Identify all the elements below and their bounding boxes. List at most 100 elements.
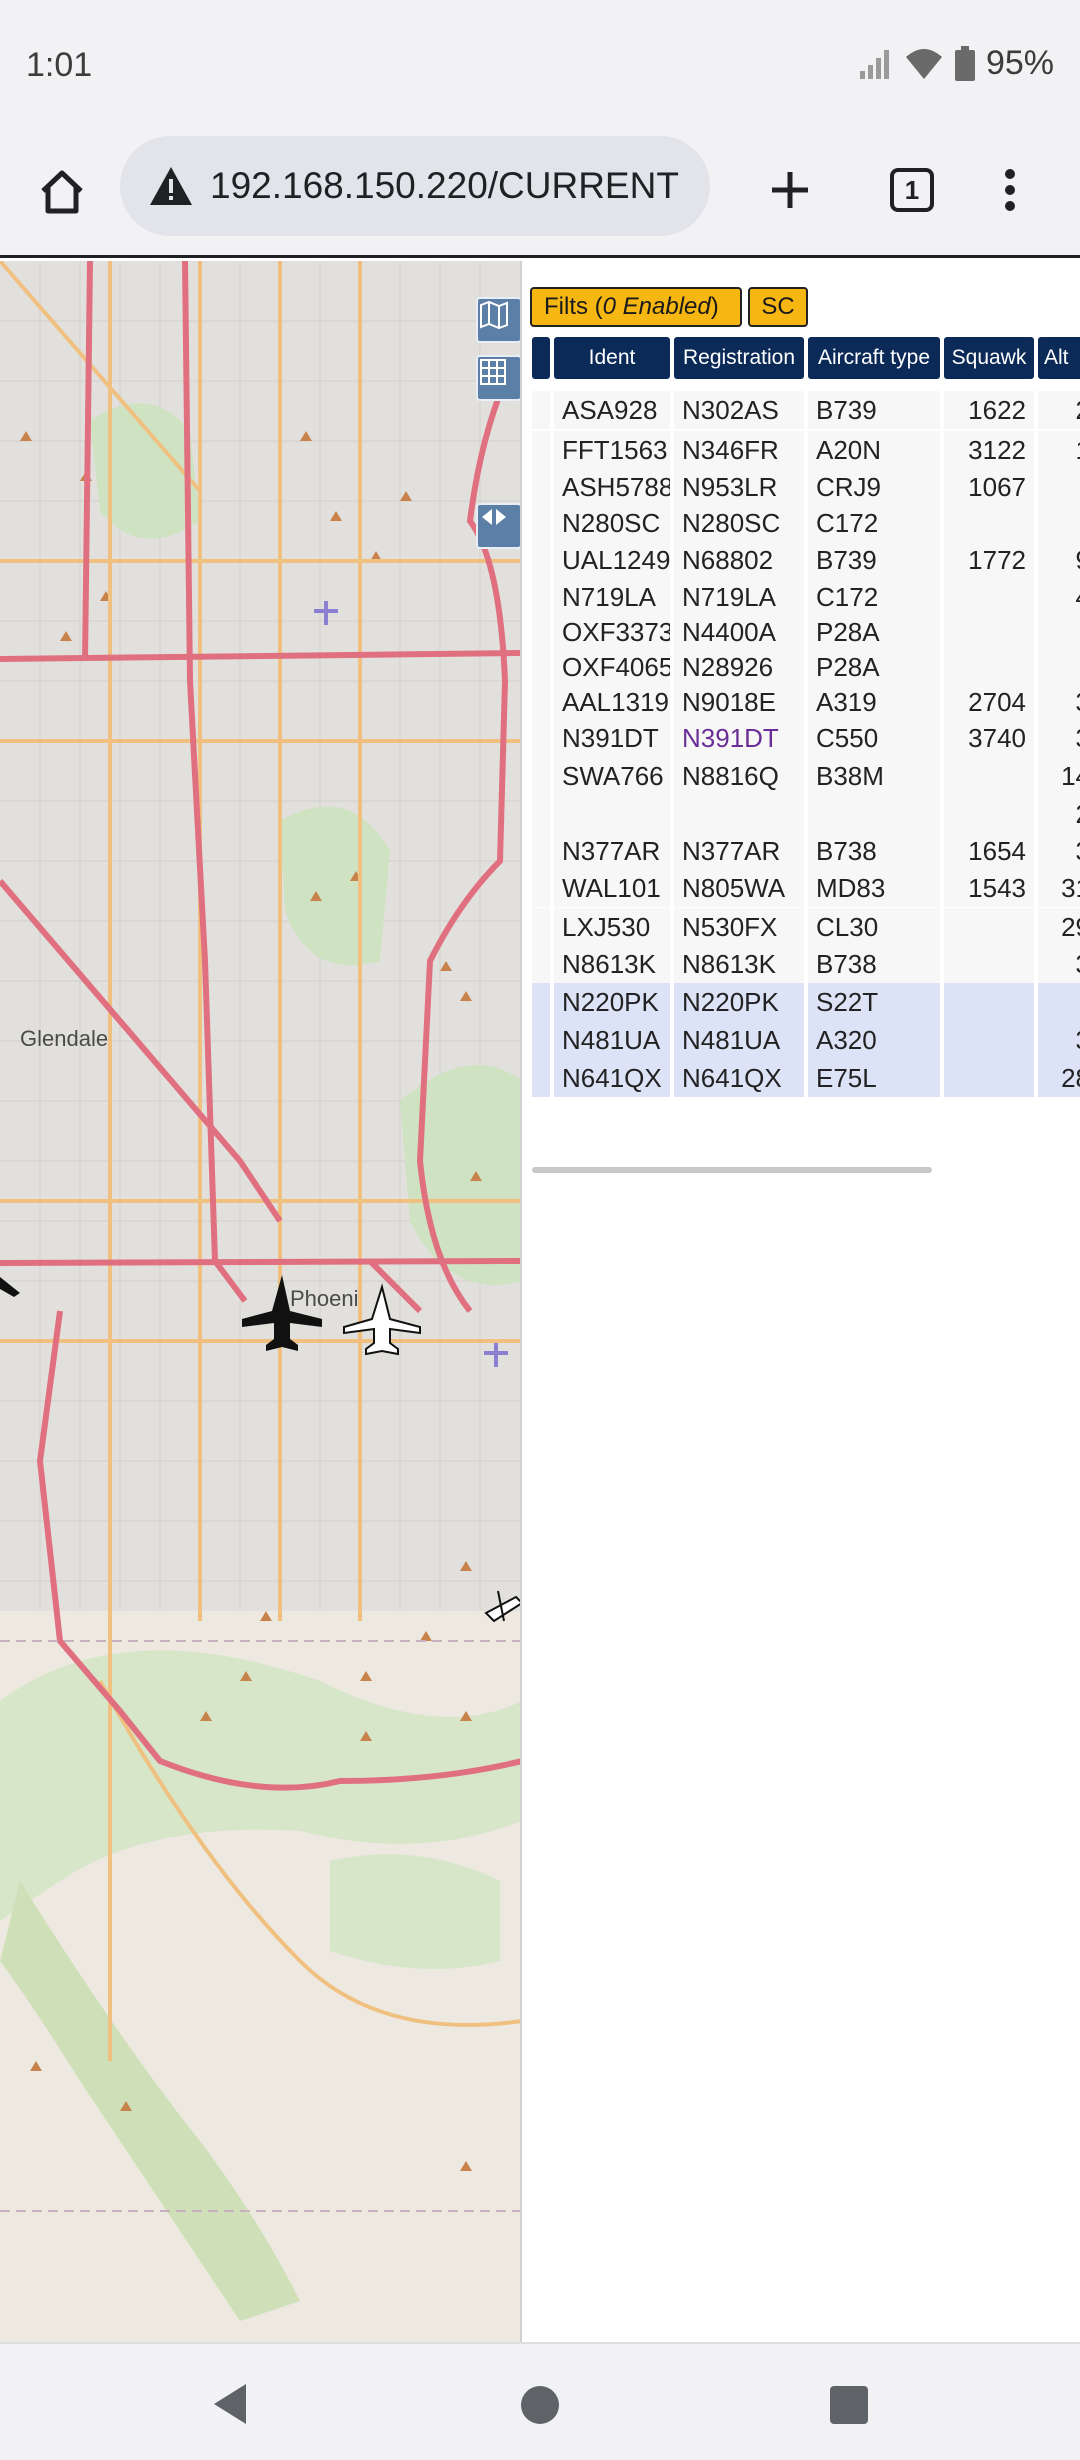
url-text[interactable]: 192.168.150.220/CURRENT (210, 165, 679, 207)
table-row[interactable]: N641QXN641QXE75L28 (532, 1059, 1080, 1097)
cell-squawk: 3740 (944, 719, 1034, 757)
cell-select[interactable] (532, 795, 550, 833)
filters-button[interactable]: Filts (0 Enabled) (530, 287, 742, 327)
cell-select[interactable] (532, 648, 550, 686)
table-row[interactable]: N391DTN391DTC55037403 (532, 719, 1080, 757)
cell-select[interactable] (532, 578, 550, 616)
header-alt[interactable]: Alt (1038, 337, 1080, 379)
table-row[interactable]: AAL1319N9018EA31927043 (532, 683, 1080, 721)
header-select[interactable] (532, 337, 550, 379)
table-row[interactable]: UAL1249N68802B73917729 (532, 541, 1080, 579)
address-bar[interactable]: 192.168.150.220/CURRENT (120, 136, 710, 236)
cell-squawk: 1772 (944, 541, 1034, 579)
cell-select[interactable] (532, 541, 550, 579)
cell-registration: N8613K (674, 945, 804, 983)
cell-select[interactable] (532, 391, 550, 429)
cell-registration: N346FR (674, 431, 804, 469)
cell-alt: 3 (1038, 719, 1080, 757)
table-row[interactable]: N8613KN8613KB7383 (532, 945, 1080, 983)
tab-count: 1 (890, 168, 934, 212)
recents-icon[interactable] (830, 2386, 868, 2424)
cell-alt: 29 (1038, 908, 1080, 946)
home-nav-icon[interactable] (521, 2386, 559, 2424)
cell-ident: OXF4065 (554, 648, 670, 686)
cell-select[interactable] (532, 613, 550, 651)
cell-select[interactable] (532, 983, 550, 1021)
cell-aircraft-type: MD83 (808, 869, 940, 907)
cell-aircraft-type: B738 (808, 832, 940, 870)
cell-aircraft-type: A320 (808, 1021, 940, 1059)
cell-squawk (944, 983, 1034, 1021)
table-row[interactable]: OXF4065 N28926 P28A (532, 648, 1080, 686)
table-row[interactable]: N280SC N280SC C172 (532, 504, 1080, 542)
cell-squawk (944, 504, 1034, 542)
table-row[interactable]: ASA928N302ASB73916222 (532, 391, 1080, 429)
cell-ident: ASA928 (554, 391, 670, 429)
cell-registration: N641QX (674, 1059, 804, 1097)
battery-icon (954, 45, 975, 81)
cell-select[interactable] (532, 1021, 550, 1059)
back-icon[interactable] (210, 2382, 250, 2426)
map-layers-button[interactable] (476, 297, 520, 343)
table-row[interactable]: 2 (532, 795, 1080, 833)
cell-alt: 3 (1038, 683, 1080, 721)
cell-select[interactable] (532, 1059, 550, 1097)
table-row[interactable]: N481UAN481UAA3203 (532, 1021, 1080, 1059)
home-button[interactable] (30, 160, 94, 224)
cell-select[interactable] (532, 869, 550, 907)
header-ident[interactable]: Ident (554, 337, 670, 379)
status-time: 1:01 (26, 46, 93, 84)
horizontal-scrollbar[interactable] (532, 1167, 932, 1173)
grid-toggle-button[interactable] (476, 355, 520, 401)
header-squawk[interactable]: Squawk (944, 337, 1034, 379)
cell-aircraft-type: P28A (808, 648, 940, 686)
cell-aircraft-type: B739 (808, 391, 940, 429)
status-icons: 95% (858, 44, 1054, 83)
cell-squawk: 1622 (944, 391, 1034, 429)
cell-select[interactable] (532, 468, 550, 506)
table-row[interactable]: OXF3373 N4400A P28A (532, 613, 1080, 651)
table-row[interactable]: FFT1563N346FRA20N31221 (532, 431, 1080, 469)
cell-select[interactable] (532, 832, 550, 870)
cell-select[interactable] (532, 683, 550, 721)
new-tab-button[interactable] (760, 160, 820, 220)
cell-squawk: 2704 (944, 683, 1034, 721)
cell-aircraft-type: P28A (808, 613, 940, 651)
cell-ident: N8613K (554, 945, 670, 983)
cell-ident: LXJ530 (554, 908, 670, 946)
expand-panel-button[interactable] (476, 503, 520, 549)
warning-icon[interactable] (146, 161, 196, 211)
cell-aircraft-type: C550 (808, 719, 940, 757)
cell-select[interactable] (532, 431, 550, 469)
menu-button[interactable] (990, 160, 1030, 220)
cell-ident: OXF3373 (554, 613, 670, 651)
header-registration[interactable]: Registration (674, 337, 804, 379)
cell-select[interactable] (532, 945, 550, 983)
cell-select[interactable] (532, 719, 550, 757)
cell-squawk (944, 613, 1034, 651)
tab-switcher-button[interactable]: 1 (882, 160, 942, 220)
table-row[interactable]: N377ARN377ARB73816543 (532, 832, 1080, 870)
table-row[interactable]: SWA766N8816QB38M 14 (532, 757, 1080, 795)
cell-ident: SWA766 (554, 757, 670, 795)
cell-registration: N530FX (674, 908, 804, 946)
cell-select[interactable] (532, 908, 550, 946)
cell-alt: 31 (1038, 869, 1080, 907)
cell-squawk (944, 795, 1034, 833)
table-row[interactable]: ASH5788 N953LR CRJ9 1067 (532, 468, 1080, 506)
header-aircraft-type[interactable]: Aircraft type (808, 337, 940, 379)
cell-alt: 3 (1038, 945, 1080, 983)
sc-button[interactable]: SC (748, 287, 808, 327)
home-icon (41, 170, 83, 214)
table-row[interactable]: WAL101N805WAMD83154331 (532, 869, 1080, 907)
cell-ident: WAL101 (554, 869, 670, 907)
map-view[interactable]: Glendale Phoeni (0, 261, 522, 2342)
cell-select[interactable] (532, 504, 550, 542)
cell-aircraft-type: CL30 (808, 908, 940, 946)
table-row[interactable]: LXJ530N530FXCL30 29 (532, 908, 1080, 946)
table-row[interactable]: N220PK N220PK S22T (532, 983, 1080, 1021)
cell-alt (1038, 468, 1080, 506)
cell-registration: N9018E (674, 683, 804, 721)
table-row[interactable]: N719LAN719LAC1724 (532, 578, 1080, 616)
cell-select[interactable] (532, 757, 550, 795)
